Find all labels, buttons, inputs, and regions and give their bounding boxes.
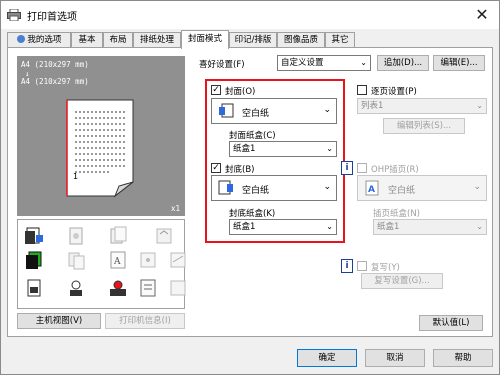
print-preferences-window: 打印首选项 ✕ 我的选项 基本 布局 排纸处理 封面模式 印记/排版 图像品质 … xyxy=(0,0,500,375)
window-title: 打印首选项 xyxy=(27,12,77,23)
tab-other[interactable]: 其它 xyxy=(325,32,355,48)
printer-view-button[interactable]: 主机视图(V) xyxy=(17,313,101,329)
overlay-icon[interactable] xyxy=(108,226,128,246)
tray-settings-icon[interactable] xyxy=(168,278,188,298)
staple-icon[interactable] xyxy=(168,250,188,270)
back-cover-tray-label: 封底纸盒(K) xyxy=(229,209,276,219)
ok-button[interactable]: 确定 xyxy=(297,349,357,367)
tab-layout[interactable]: 布局 xyxy=(103,32,133,48)
watermark-icon[interactable] xyxy=(66,226,86,246)
chevron-down-icon: ⌄ xyxy=(360,58,367,67)
printer-info-button[interactable]: 打印机信息(I) xyxy=(105,313,185,329)
tab-stamp-composition[interactable]: 印记/排版 xyxy=(229,32,277,48)
duplex-icon[interactable] xyxy=(66,250,86,270)
page-preview: A4 (210x297 mm) ↓ A4 (210x297 mm) 1 x1 xyxy=(17,56,185,216)
tab-my-options[interactable]: 我的选项 xyxy=(7,32,71,48)
booklet-icon[interactable] xyxy=(154,226,174,246)
ohp-sheet-icon: A xyxy=(365,180,379,196)
cover-sheet-icon[interactable] xyxy=(24,226,44,246)
help-button[interactable]: 帮助 xyxy=(433,349,493,367)
preview-page-illustration xyxy=(66,99,134,198)
ohp-paper-select[interactable]: A 空白纸 ⌄ xyxy=(357,175,487,201)
front-cover-tray-select[interactable]: 纸盒1 ⌄ xyxy=(229,141,337,157)
chevron-down-icon: ⌄ xyxy=(326,222,333,231)
tab-basic[interactable]: 基本 xyxy=(71,32,103,48)
user-icon xyxy=(16,35,25,43)
ohp-interleave-label: OHP插页(R) xyxy=(371,165,419,175)
back-cover-paper-select[interactable]: 空白纸 ⌄ xyxy=(211,175,337,201)
chevron-down-icon: ⌄ xyxy=(323,105,331,115)
tab-cover-mode[interactable]: 封面模式 xyxy=(181,30,229,49)
svg-text:A: A xyxy=(113,257,121,267)
edit-favorite-button[interactable]: 编辑(E)... xyxy=(433,55,485,71)
chevron-down-icon: ⌄ xyxy=(476,222,483,231)
secure-print-icon[interactable] xyxy=(66,278,86,298)
function-icon-grid: A xyxy=(17,219,188,309)
ohp-tray-select[interactable]: 纸盒1 ⌄ xyxy=(373,219,487,235)
info-icon: i xyxy=(341,259,353,273)
print-position-icon[interactable] xyxy=(138,250,158,270)
back-cover-page-icon xyxy=(218,180,233,195)
text-page-icon[interactable]: A xyxy=(108,250,128,270)
chevron-down-icon: ⌄ xyxy=(473,182,481,192)
copy-settings-button[interactable]: 复写设置(G)... xyxy=(361,273,443,289)
chevron-down-icon: ⌄ xyxy=(476,101,483,110)
front-cover-checkbox[interactable]: ✓ xyxy=(211,85,221,95)
ohp-interleave-checkbox[interactable] xyxy=(357,163,367,173)
favorites-select[interactable]: 自定义设置 ⌄ xyxy=(277,55,371,71)
copy-checkbox[interactable] xyxy=(357,261,367,271)
per-page-settings-checkbox[interactable] xyxy=(357,85,367,95)
favorites-label: 喜好设置(F) xyxy=(199,60,245,70)
back-cover-checkbox[interactable]: ✓ xyxy=(211,163,221,173)
color-pages-icon[interactable] xyxy=(24,250,44,270)
stamp-page-icon[interactable] xyxy=(24,278,44,298)
title-bar: 打印首选项 ✕ xyxy=(1,1,499,29)
svg-text:A: A xyxy=(368,185,375,195)
restore-defaults-button[interactable]: 默认值(L) xyxy=(419,315,483,331)
front-cover-page-icon xyxy=(219,103,234,118)
front-cover-label: 封面(O) xyxy=(225,87,256,97)
printer-icon xyxy=(7,9,21,21)
chevron-down-icon: ⌄ xyxy=(326,144,333,153)
back-cover-tray-select[interactable]: 纸盒1 ⌄ xyxy=(229,219,337,235)
tab-finishing[interactable]: 排纸处理 xyxy=(133,32,181,48)
preview-page-number: 1 xyxy=(73,172,79,181)
tab-image-quality[interactable]: 图像品质 xyxy=(277,32,325,48)
ohp-tray-label: 插页纸盒(N) xyxy=(373,209,420,219)
user-auth-icon[interactable] xyxy=(108,278,128,298)
info-icon: i xyxy=(341,161,353,175)
add-favorite-button[interactable]: 追加(D)... xyxy=(377,55,429,71)
back-cover-label: 封底(B) xyxy=(225,165,255,175)
preview-scale: x1 xyxy=(171,204,181,213)
edit-list-button[interactable]: 编辑列表(S)... xyxy=(383,118,465,134)
chevron-down-icon: ⌄ xyxy=(323,182,331,192)
page-list-select[interactable]: 列表1 ⌄ xyxy=(357,98,487,114)
close-icon[interactable]: ✕ xyxy=(471,5,493,25)
account-track-icon[interactable] xyxy=(138,278,158,298)
preview-original-size: A4 (210x297 mm) xyxy=(21,60,89,69)
cancel-button[interactable]: 取消 xyxy=(365,349,425,367)
front-cover-paper-select[interactable]: 空白纸 ⌄ xyxy=(211,98,337,124)
preview-output-size: A4 (210x297 mm) xyxy=(21,77,89,86)
per-page-settings-label: 逐页设置(P) xyxy=(371,87,417,97)
front-cover-tray-label: 封面纸盒(C) xyxy=(229,131,276,141)
copy-label: 复写(Y) xyxy=(371,263,400,273)
